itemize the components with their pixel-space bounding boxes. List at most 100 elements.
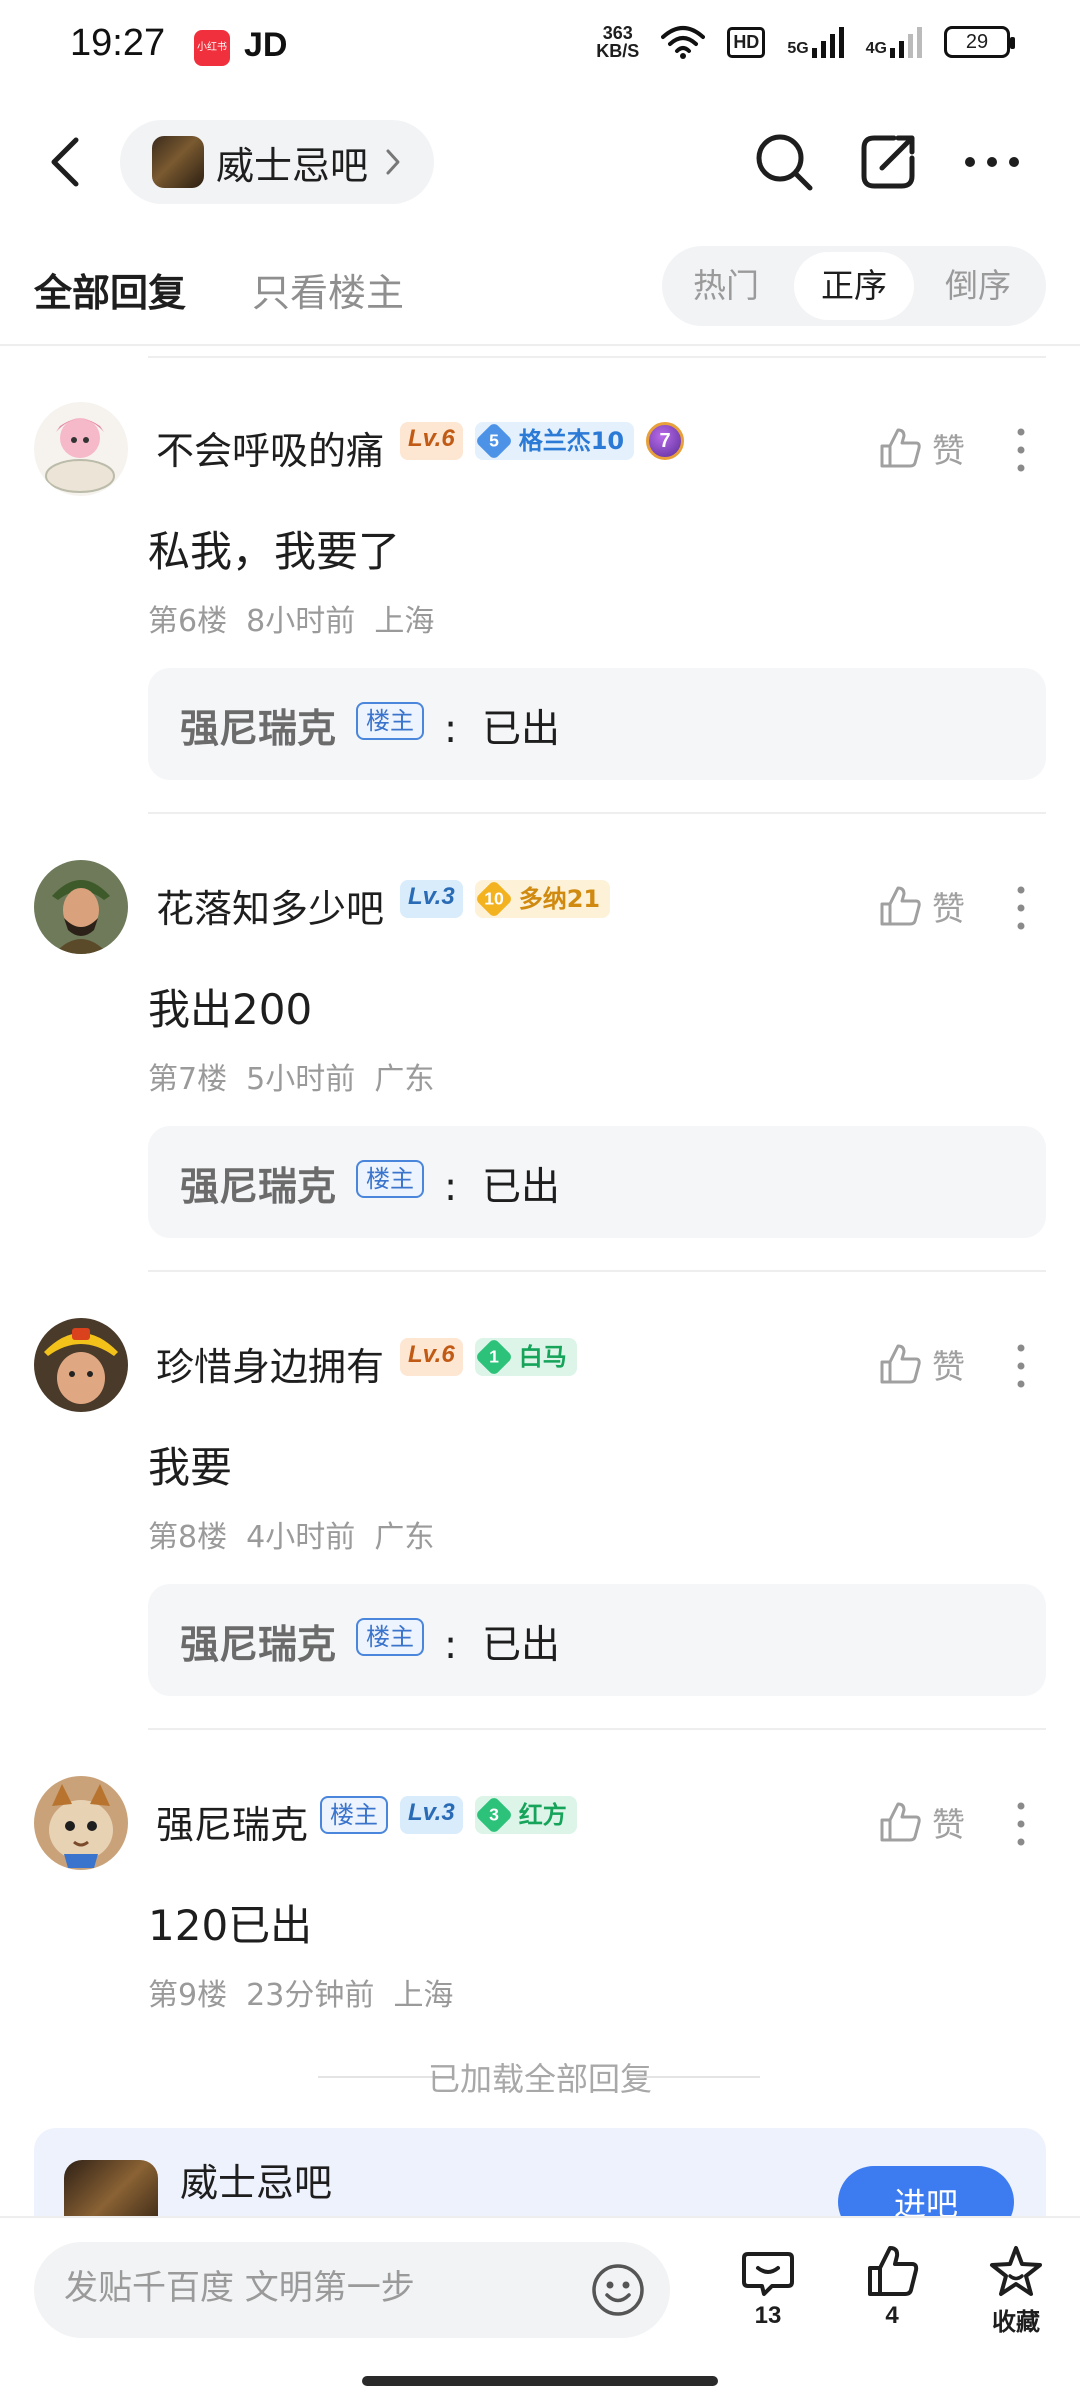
- status-bar: 19:27 小红书 JD 363 KB/S HD 5G 4G 29: [0, 0, 1080, 96]
- divider: [148, 1728, 1046, 1730]
- fan-level-badge: 1 白马: [474, 1337, 577, 1377]
- back-arrow-icon[interactable]: [40, 132, 96, 192]
- more-horizontal-icon[interactable]: [960, 130, 1024, 194]
- like-button[interactable]: 赞: [878, 882, 965, 930]
- hd-voice-icon: HD: [727, 26, 766, 58]
- more-vertical-icon[interactable]: [1006, 882, 1036, 934]
- sort-ascending-button[interactable]: 正序: [794, 252, 914, 320]
- battery-icon: 29: [944, 26, 1015, 58]
- emoji-icon[interactable]: [590, 2262, 646, 2318]
- comment-count: 13: [754, 2302, 782, 2329]
- host-tag: 楼主: [356, 1618, 424, 1656]
- reply-meta: 第8楼 4小时前 广东: [148, 1512, 434, 1556]
- sub-reply-colon: :: [444, 1165, 458, 1210]
- share-icon[interactable]: [856, 130, 920, 194]
- level-badge: Lv.6: [400, 422, 463, 460]
- like-count: 4: [885, 2302, 899, 2329]
- fan-level-name: 多纳21: [518, 885, 601, 913]
- signal-4g: 4G: [866, 26, 922, 58]
- fan-level-number: 5: [488, 430, 499, 451]
- sub-reply-user[interactable]: 强尼瑞克: [180, 1614, 336, 1670]
- floor-number: 第9楼: [148, 1978, 228, 2013]
- like-button[interactable]: 赞: [878, 1798, 965, 1846]
- forum-name: 威士忌吧: [216, 143, 369, 188]
- sub-reply-user[interactable]: 强尼瑞克: [180, 698, 336, 754]
- level-badge: Lv.3: [400, 880, 463, 918]
- forum-avatar: [152, 136, 204, 188]
- signal-bars-icon: [811, 27, 844, 58]
- search-icon[interactable]: [752, 130, 816, 194]
- floor-number: 第6楼: [148, 604, 228, 639]
- user-badges: 楼主 Lv.3 3 红方: [320, 1795, 577, 1835]
- sub-reply-content: 已出: [481, 1623, 560, 1668]
- username[interactable]: 强尼瑞克: [156, 1794, 308, 1849]
- home-indicator[interactable]: [362, 2376, 718, 2386]
- like-post-button[interactable]: 4: [852, 2244, 932, 2330]
- time-ago: 23分钟前: [246, 1978, 375, 2013]
- signal-bars-icon: [890, 27, 922, 58]
- sort-descending-button[interactable]: 倒序: [918, 252, 1038, 320]
- thumbs-up-icon: [868, 2246, 919, 2296]
- user-avatar[interactable]: [34, 402, 128, 496]
- all-loaded-text: 已加载全部回复: [427, 2060, 652, 2098]
- sub-reply[interactable]: 强尼瑞克 楼主 : 已出: [148, 1584, 1046, 1696]
- divider: [148, 1270, 1046, 1272]
- signal-4g-label: 4G: [865, 40, 887, 57]
- reply-meta: 第7楼 5小时前 广东: [148, 1054, 434, 1098]
- reply-input[interactable]: [64, 2268, 584, 2308]
- compose-box: [34, 2242, 670, 2338]
- host-tag: 楼主: [356, 702, 424, 740]
- reply-tabs: 全部回复 只看楼主 热门 正序 倒序: [0, 240, 1080, 340]
- tab-op-only[interactable]: 只看楼主: [252, 262, 404, 317]
- username[interactable]: 不会呼吸的痛: [156, 420, 384, 475]
- user-avatar[interactable]: [34, 1776, 128, 1870]
- divider: [636, 2076, 760, 2078]
- favorite-button[interactable]: 收藏: [976, 2244, 1056, 2337]
- host-tag: 楼主: [320, 1796, 388, 1834]
- forum-entry-button[interactable]: 威士忌吧: [120, 120, 435, 204]
- fan-level-icon: 1: [474, 1337, 513, 1377]
- wifi-icon: [661, 26, 706, 59]
- sub-reply[interactable]: 强尼瑞克 楼主 : 已出: [148, 668, 1046, 780]
- forum-card-name: 威士忌吧: [180, 2161, 333, 2205]
- more-vertical-icon[interactable]: [1006, 1798, 1036, 1850]
- host-tag: 楼主: [356, 1160, 424, 1198]
- comment-button[interactable]: 13: [728, 2244, 808, 2330]
- user-avatar[interactable]: [34, 1318, 128, 1412]
- fan-level-name: 格兰杰10: [518, 427, 625, 455]
- user-badges: Lv.3 10 多纳21: [400, 879, 611, 919]
- sub-reply-content: 已出: [481, 707, 560, 752]
- network-speed-value: 363: [602, 23, 633, 43]
- star-icon: [990, 2246, 1042, 2296]
- signal-5g-label: 5G: [787, 40, 809, 57]
- sub-reply[interactable]: 强尼瑞克 楼主 : 已出: [148, 1126, 1046, 1238]
- reply-meta: 第6楼 8小时前 上海: [148, 596, 434, 640]
- more-vertical-icon[interactable]: [1006, 424, 1036, 476]
- like-button[interactable]: 赞: [878, 424, 965, 472]
- floor-number: 第8楼: [148, 1520, 228, 1555]
- like-label: 赞: [932, 431, 965, 470]
- fan-level-number: 3: [488, 1804, 499, 1825]
- username[interactable]: 珍惜身边拥有: [156, 1336, 384, 1391]
- more-vertical-icon[interactable]: [1006, 1340, 1036, 1392]
- fan-level-badge: 10 多纳21: [474, 879, 611, 919]
- like-button[interactable]: 赞: [878, 1340, 965, 1388]
- thumbs-up-icon: [880, 428, 921, 468]
- sub-reply-text: : 已出: [444, 698, 560, 754]
- all-loaded-marker: 已加载全部回复: [0, 2054, 1080, 2098]
- user-avatar[interactable]: [34, 860, 128, 954]
- favorite-label: 收藏: [992, 2309, 1040, 2336]
- sub-reply-colon: :: [444, 707, 458, 752]
- sub-reply-colon: :: [444, 1623, 458, 1668]
- username[interactable]: 花落知多少吧: [156, 878, 384, 933]
- sort-toggle: 热门 正序 倒序: [662, 246, 1046, 326]
- time-ago: 4小时前: [246, 1520, 356, 1555]
- signal-5g: 5G: [787, 26, 844, 58]
- divider: [0, 344, 1080, 346]
- time-ago: 8小时前: [246, 604, 356, 639]
- fan-level-icon: 3: [474, 1795, 513, 1835]
- sort-hot-button[interactable]: 热门: [666, 252, 786, 320]
- tab-all-replies[interactable]: 全部回复: [34, 262, 186, 317]
- reply-meta: 第9楼 23分钟前 上海: [148, 1970, 453, 2014]
- sub-reply-user[interactable]: 强尼瑞克: [180, 1156, 336, 1212]
